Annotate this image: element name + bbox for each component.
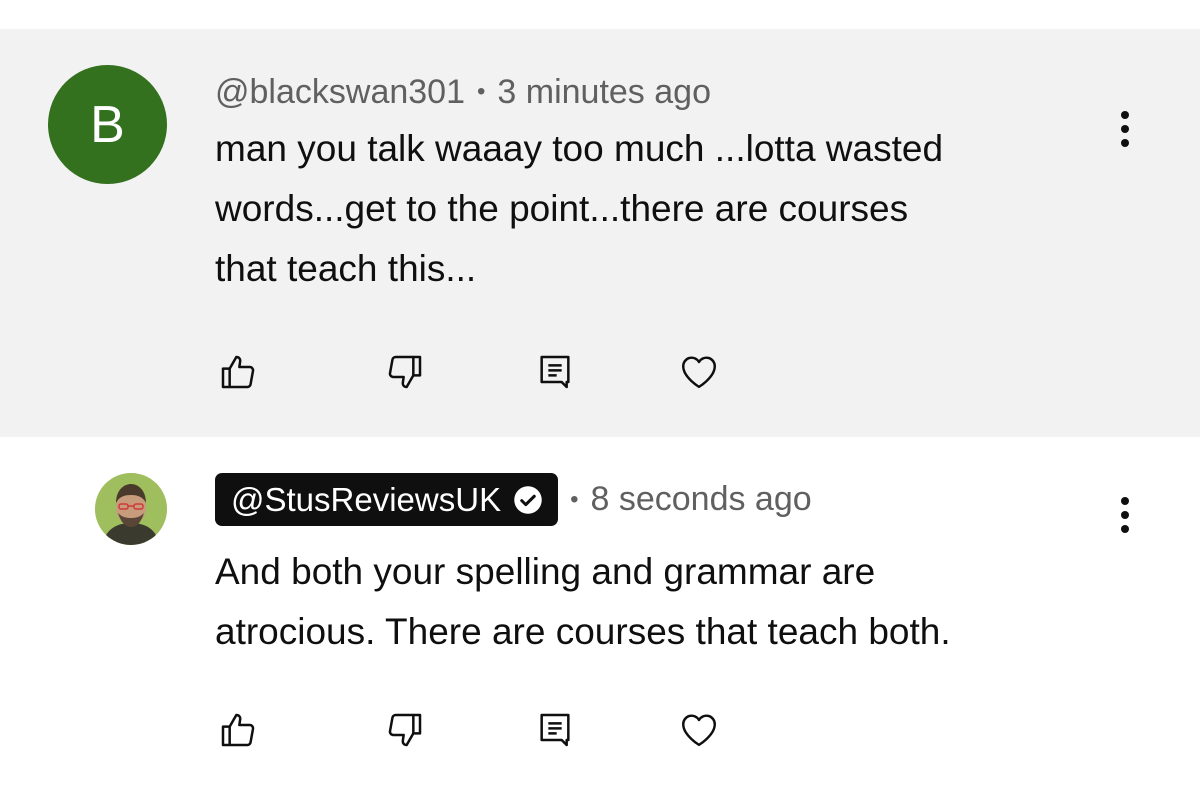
meta-separator: •: [477, 78, 486, 105]
more-actions-button[interactable]: [1105, 99, 1145, 159]
comment-meta: @blackswan301 • 3 minutes ago: [215, 69, 711, 115]
comment-text: man you talk waaay too much ...lotta was…: [215, 128, 944, 289]
avatar[interactable]: [95, 473, 167, 545]
thumbs-down-icon: [388, 355, 422, 389]
dislike-button[interactable]: [380, 347, 430, 397]
dislike-button[interactable]: [380, 705, 430, 755]
comment-author[interactable]: @blackswan301: [215, 73, 465, 112]
avatar[interactable]: B: [48, 65, 167, 184]
comment-author: @StusReviewsUK: [231, 480, 502, 518]
like-button[interactable]: [213, 705, 263, 755]
comment-timestamp[interactable]: 8 seconds ago: [590, 480, 811, 519]
comment-action-bar: [0, 347, 1200, 397]
heart-icon: [682, 714, 716, 747]
reply-button[interactable]: [530, 347, 580, 397]
reply-button[interactable]: [530, 705, 580, 755]
profile-photo-icon: [95, 473, 167, 545]
more-actions-button[interactable]: [1105, 485, 1145, 545]
verified-check-icon: [513, 485, 543, 515]
thumbs-down-icon: [388, 713, 422, 747]
heart-button[interactable]: [674, 705, 724, 755]
heart-button[interactable]: [674, 347, 724, 397]
vertical-ellipsis-icon: [1121, 111, 1129, 147]
comment-meta: @StusReviewsUK • 8 seconds ago: [215, 473, 812, 526]
reply-comment-icon: [540, 355, 570, 389]
heart-icon: [682, 356, 716, 389]
thumbs-up-icon: [221, 713, 255, 747]
channel-owner-badge[interactable]: @StusReviewsUK: [215, 473, 559, 526]
vertical-ellipsis-icon: [1121, 497, 1129, 533]
like-button[interactable]: [213, 347, 263, 397]
top-spacer: [0, 0, 1200, 29]
thumbs-up-icon: [221, 355, 255, 389]
comment-timestamp[interactable]: 3 minutes ago: [497, 73, 711, 112]
reply-comment-icon: [540, 713, 570, 747]
comment-text: And both your spelling and grammar are a…: [215, 551, 951, 652]
comment-thread-item: B @blackswan301 • 3 minutes ago man you …: [0, 29, 1200, 437]
comment-action-bar: [0, 705, 1200, 755]
reply-thread-item: @StusReviewsUK • 8 seconds ago And both …: [0, 437, 1200, 801]
avatar-letter: B: [90, 95, 125, 154]
meta-separator: •: [570, 485, 579, 513]
